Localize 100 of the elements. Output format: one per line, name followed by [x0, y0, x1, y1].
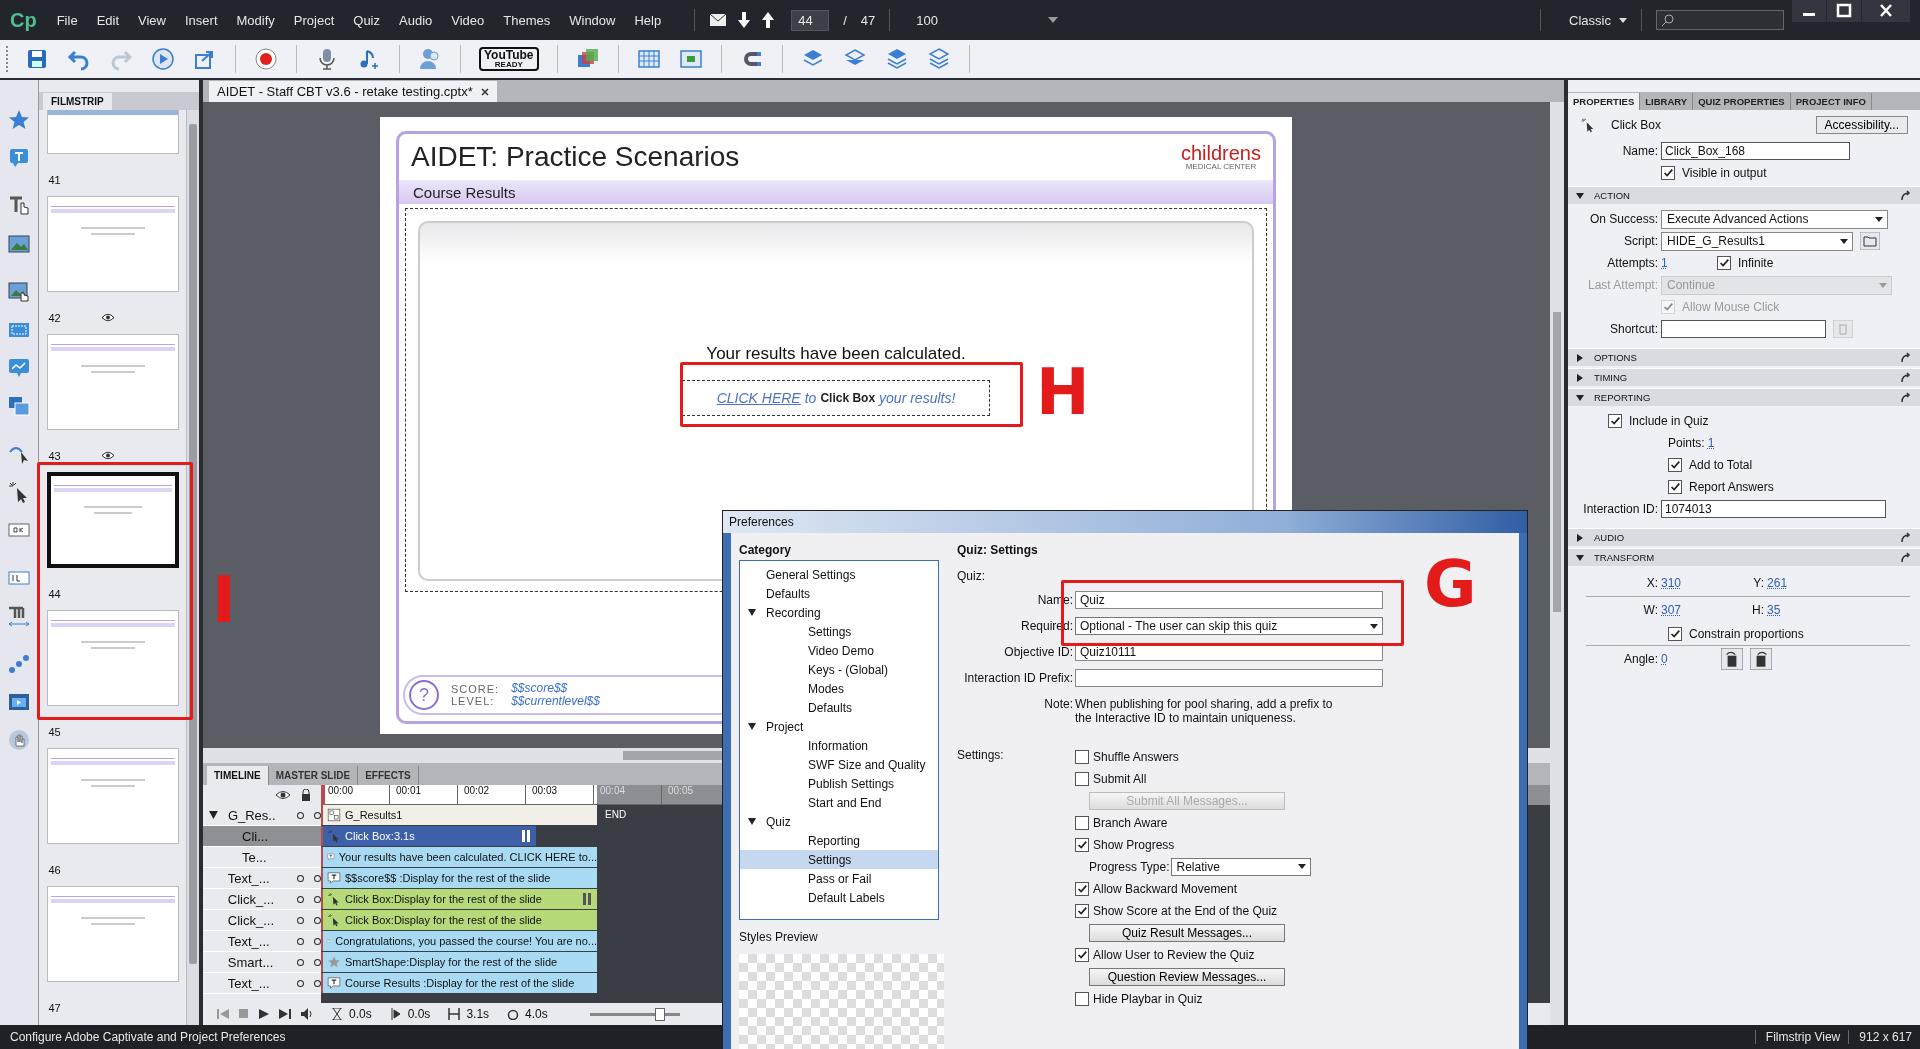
- youtube-logo[interactable]: YouTube READY: [479, 47, 539, 71]
- checkbox[interactable]: [1075, 991, 1089, 1006]
- tree-item[interactable]: Settings: [740, 850, 938, 869]
- width-value[interactable]: 307: [1661, 603, 1682, 617]
- down-arrow-icon[interactable]: [737, 12, 752, 28]
- slide-thumbnail[interactable]: [46, 610, 179, 706]
- caret-icon[interactable]: [1048, 17, 1059, 23]
- timeline-bar[interactable]: Click Box:Display for the rest of the slide: [321, 910, 597, 930]
- eye-icon[interactable]: [100, 451, 115, 460]
- zoom-slider[interactable]: [589, 1008, 680, 1020]
- timeline-bar[interactable]: Click Box:3.1s: [321, 826, 536, 846]
- menu-item[interactable]: Edit: [96, 12, 120, 28]
- collapse-icon[interactable]: [748, 609, 756, 616]
- checkbox[interactable]: [1668, 480, 1682, 494]
- eye-icon[interactable]: [100, 313, 115, 322]
- section-header[interactable]: ACTION: [1568, 186, 1920, 204]
- slide-thumbnail[interactable]: [46, 472, 179, 568]
- hand-icon[interactable]: [7, 728, 31, 752]
- zoom-value[interactable]: 100: [916, 12, 939, 28]
- eye-icon[interactable]: [275, 790, 291, 800]
- panel-tab[interactable]: PROPERTIES: [1568, 93, 1641, 110]
- tree-item[interactable]: Pass or Fail: [740, 869, 938, 888]
- points-value[interactable]: 1: [1707, 436, 1718, 450]
- pause-icon[interactable]: [583, 893, 591, 905]
- panel-tab[interactable]: TIMELINE: [207, 766, 269, 785]
- menu-item[interactable]: Audio: [399, 12, 433, 28]
- checkbox[interactable]: [1717, 256, 1731, 270]
- section-header[interactable]: TIMING: [1568, 368, 1920, 386]
- timeline-bar[interactable]: Congratulations, you passed the course! You are no...: [321, 931, 597, 951]
- tree-item[interactable]: Information: [740, 736, 938, 755]
- dropdown[interactable]: Optional - The user can skip this quiz: [1075, 617, 1383, 635]
- expand-icon[interactable]: [209, 811, 218, 819]
- pause-icon[interactable]: [522, 830, 530, 842]
- panel-tab[interactable]: LIBRARY: [1640, 93, 1694, 110]
- dialog-button[interactable]: Question Review Messages...: [1089, 967, 1285, 986]
- tree-item[interactable]: Keys - (Global): [740, 660, 938, 679]
- tree-item[interactable]: General Settings: [740, 565, 938, 584]
- tree-item[interactable]: Defaults: [740, 698, 938, 717]
- checkbox[interactable]: [1668, 627, 1682, 641]
- dropdown[interactable]: Execute Advanced Actions: [1661, 209, 1888, 229]
- workspace-switcher[interactable]: Classic: [1569, 12, 1611, 28]
- tree-item[interactable]: Modes: [740, 679, 938, 698]
- dialog-button[interactable]: Quiz Result Messages...: [1089, 923, 1285, 942]
- menu-item[interactable]: File: [56, 12, 78, 28]
- text-hand-icon[interactable]: [7, 194, 31, 218]
- reset-icon[interactable]: [1900, 391, 1912, 404]
- maximize-icon[interactable]: [1827, 0, 1861, 22]
- collapse-icon[interactable]: [1576, 553, 1584, 562]
- layers-icon[interactable]: [926, 47, 951, 71]
- click-box[interactable]: CLICK HERE to Click Box your results!: [682, 380, 990, 416]
- slide-thumbnail[interactable]: [46, 748, 179, 844]
- height-value[interactable]: 35: [1767, 603, 1781, 617]
- checkbox[interactable]: [1075, 771, 1089, 786]
- checkbox[interactable]: [1608, 414, 1622, 428]
- layer-name[interactable]: Text_...: [227, 933, 288, 949]
- text-field[interactable]: [1075, 669, 1383, 687]
- tree-item[interactable]: Defaults: [740, 584, 938, 603]
- close-icon[interactable]: [480, 87, 489, 96]
- save-icon[interactable]: [25, 47, 49, 71]
- menu-item[interactable]: Insert: [185, 12, 218, 28]
- slide-thumbnail[interactable]: [46, 196, 179, 292]
- expand-icon[interactable]: [1576, 373, 1584, 382]
- reset-icon[interactable]: [1900, 351, 1912, 364]
- scrollbar-thumb[interactable]: [1553, 312, 1561, 612]
- checkbox[interactable]: [1075, 749, 1089, 764]
- tree-item[interactable]: Project: [740, 717, 938, 736]
- menu-item[interactable]: Project: [293, 12, 335, 28]
- document-tab[interactable]: AIDET - Staff CBT v3.6 - retake testing.cptx*: [209, 81, 497, 102]
- y-value[interactable]: 261: [1767, 576, 1788, 590]
- skip-forward-icon[interactable]: [279, 1009, 291, 1019]
- up-arrow-icon[interactable]: [761, 12, 776, 28]
- layer-name[interactable]: Cli...: [228, 828, 302, 844]
- shortcut-field[interactable]: [1661, 320, 1826, 338]
- expand-icon[interactable]: [1576, 353, 1584, 362]
- timeline-bar[interactable]: Your results have been calculated. CLICK HERE to...: [321, 847, 597, 867]
- checkbox[interactable]: [1075, 815, 1089, 830]
- tree-item[interactable]: Default Labels: [740, 888, 938, 907]
- checkbox[interactable]: [1075, 837, 1089, 852]
- tree-item[interactable]: Start and End: [740, 793, 938, 812]
- layer-name[interactable]: Click_...: [227, 912, 288, 928]
- panel-tab[interactable]: QUIZ PROPERTIES: [1693, 93, 1791, 110]
- menu-item[interactable]: Help: [634, 12, 662, 28]
- image-hand-icon[interactable]: [7, 280, 31, 304]
- dropdown[interactable]: Relative: [1171, 857, 1312, 876]
- panel-tab[interactable]: FILMSTRIP: [43, 93, 112, 110]
- tree-item[interactable]: Recording: [740, 603, 938, 622]
- checkbox[interactable]: [1661, 166, 1675, 180]
- image-icon[interactable]: [7, 232, 31, 256]
- play-icon[interactable]: [259, 1009, 269, 1019]
- checkbox[interactable]: [1075, 881, 1089, 896]
- section-header[interactable]: AUDIO: [1568, 528, 1920, 546]
- attempts-value[interactable]: 1: [1661, 256, 1671, 270]
- mail-icon[interactable]: [709, 13, 728, 27]
- tree-item[interactable]: Video Demo: [740, 641, 938, 660]
- dropdown[interactable]: HIDE_G_Results1: [1661, 231, 1853, 251]
- layer-name[interactable]: Text_...: [227, 975, 288, 991]
- angle-value[interactable]: 0: [1661, 652, 1671, 666]
- reset-icon[interactable]: [1900, 551, 1912, 564]
- overlap-squares-icon[interactable]: [7, 394, 31, 418]
- timeline-bar[interactable]: G_Results1: [321, 805, 597, 825]
